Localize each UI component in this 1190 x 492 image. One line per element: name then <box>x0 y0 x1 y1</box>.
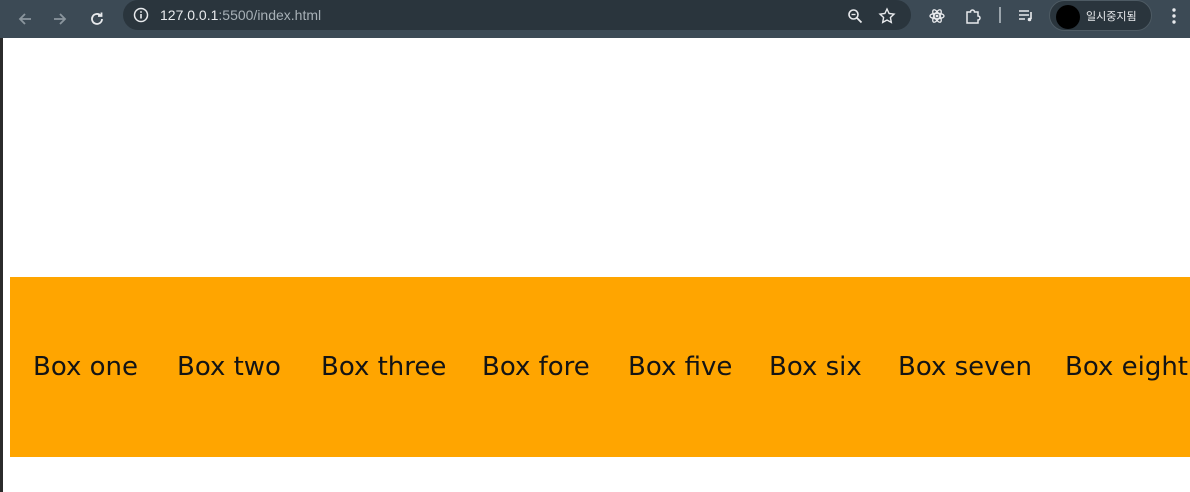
box-item: Box seven <box>898 352 1032 382</box>
flex-container: Box one Box two Box three Box fore Box f… <box>10 277 1190 457</box>
browser-toolbar: 127.0.0.1:5500/index.html 일시중지됨 <box>0 0 1190 38</box>
more-menu-icon[interactable] <box>1164 5 1184 27</box>
profile-label: 일시중지됨 <box>1086 10 1137 23</box>
react-devtools-icon[interactable] <box>926 5 948 27</box>
forward-icon[interactable] <box>45 4 75 34</box>
box-item: Box one <box>33 352 138 382</box>
media-control-icon[interactable] <box>1015 5 1037 27</box>
url-path: :5500/index.html <box>218 7 322 23</box>
url-text[interactable]: 127.0.0.1:5500/index.html <box>160 7 321 23</box>
url-host: 127.0.0.1 <box>160 7 219 23</box>
box-item: Box two <box>177 352 281 382</box>
toolbar-divider <box>999 7 1001 23</box>
box-item: Box eight <box>1065 352 1188 382</box>
extensions-icon[interactable] <box>962 5 984 27</box>
box-item: Box five <box>628 352 733 382</box>
box-item: Box six <box>769 352 862 382</box>
zoom-icon[interactable] <box>844 5 866 27</box>
back-icon[interactable] <box>10 4 40 34</box>
site-info-icon[interactable] <box>131 5 151 25</box>
box-item: Box three <box>321 352 447 382</box>
avatar[interactable] <box>1056 5 1080 29</box>
bookmark-star-icon[interactable] <box>876 5 898 27</box>
box-item: Box fore <box>482 352 590 382</box>
reload-icon[interactable] <box>82 4 112 34</box>
